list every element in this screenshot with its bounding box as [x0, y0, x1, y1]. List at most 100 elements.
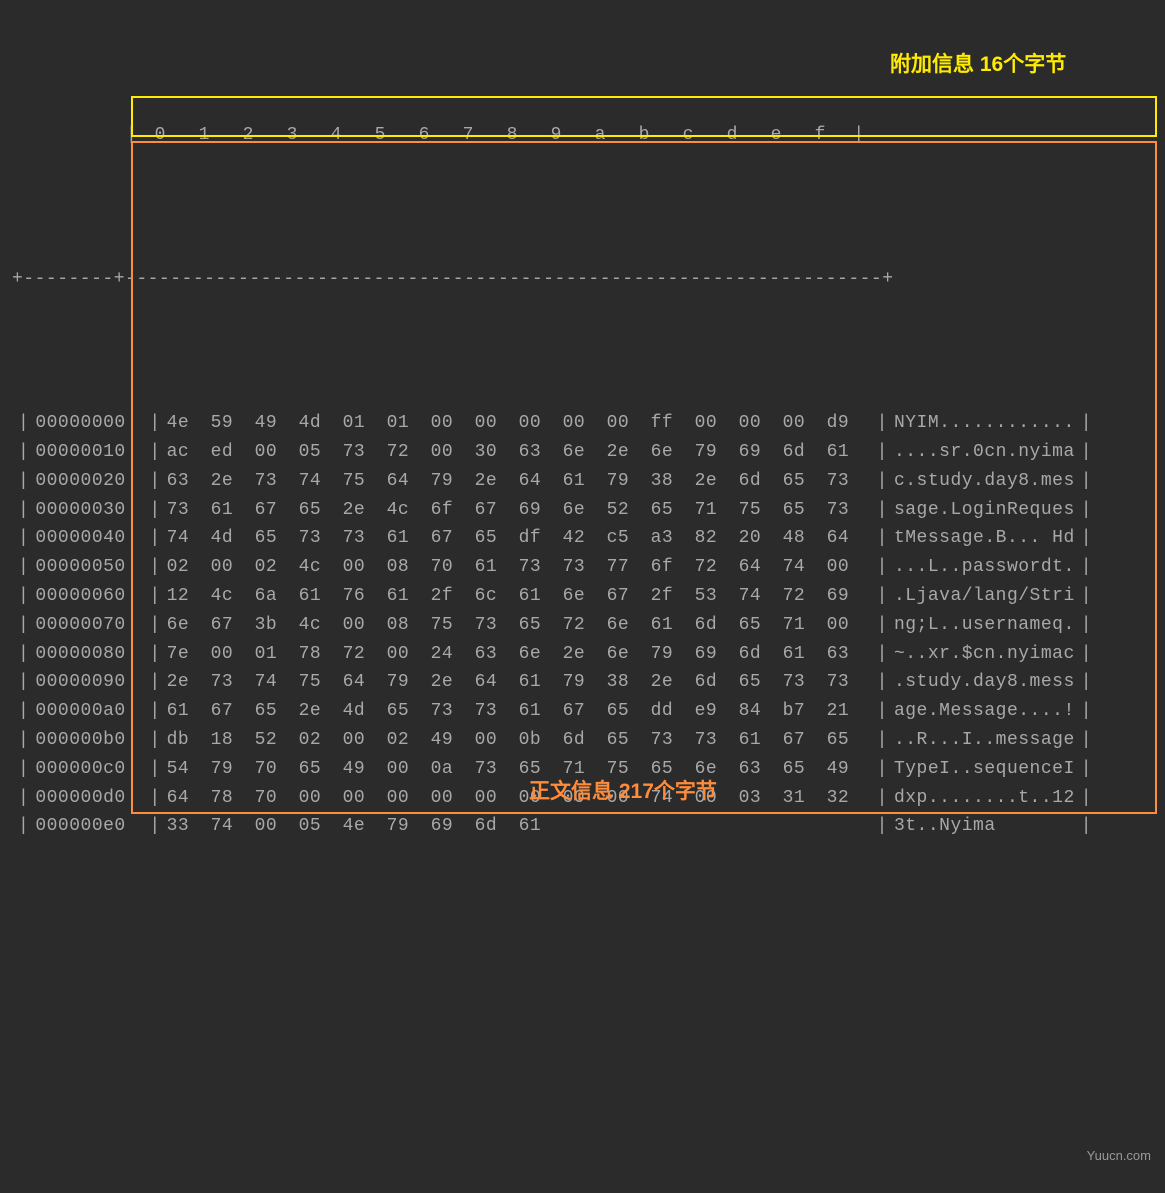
- pipe: |: [143, 409, 166, 438]
- hex-byte: 73: [343, 524, 387, 553]
- hex-byte: 08: [387, 553, 431, 582]
- hex-byte: 6e: [563, 582, 607, 611]
- hex-byte: 64: [167, 784, 211, 813]
- pipe: |: [12, 755, 35, 784]
- hex-byte: 00: [343, 611, 387, 640]
- hexdump-row: |00000000|4e59494d01010000000000ff000000…: [12, 409, 1153, 438]
- hex-byte: 61: [167, 697, 211, 726]
- pipe: |: [871, 553, 894, 582]
- hex-byte: 00: [739, 409, 783, 438]
- hex-byte: 05: [299, 438, 343, 467]
- hexdump-row: |00000040|744d657373616765df42c5a3822048…: [12, 524, 1153, 553]
- hex-byte: 63: [827, 640, 871, 669]
- hex-byte: 73: [255, 467, 299, 496]
- pipe: |: [143, 726, 166, 755]
- pipe: |: [871, 640, 894, 669]
- ascii: dxp........t..12: [894, 784, 1075, 813]
- hex-byte: 75: [431, 611, 475, 640]
- pipe: |: [12, 668, 35, 697]
- hex-byte: 73: [211, 668, 255, 697]
- hex-byte: 02: [387, 726, 431, 755]
- ascii: ..R...I..message: [894, 726, 1075, 755]
- pipe: |: [12, 726, 35, 755]
- hex-byte: 4d: [211, 524, 255, 553]
- hex-byte: 30: [475, 438, 519, 467]
- pipe: |: [1075, 496, 1098, 525]
- hex-byte: 2e: [607, 438, 651, 467]
- pipe: |: [143, 784, 166, 813]
- header-col: d: [715, 121, 759, 150]
- pipe: |: [1075, 755, 1098, 784]
- hex-byte: 69: [431, 812, 475, 841]
- separator-line: +--------+------------------------------…: [12, 265, 1153, 294]
- offset: 000000c0: [35, 755, 143, 784]
- hex-byte: 75: [299, 668, 343, 697]
- hex-byte: 02: [299, 726, 343, 755]
- hex-byte: 70: [255, 784, 299, 813]
- hex-byte: 69: [827, 582, 871, 611]
- hex-byte: 02: [255, 553, 299, 582]
- hex-byte: 64: [387, 467, 431, 496]
- header-col: 0: [143, 121, 187, 150]
- hex-byte: 65: [299, 755, 343, 784]
- hex-byte: 64: [739, 553, 783, 582]
- hexdump-row: |000000b0|db185202000249000b6d6573736167…: [12, 726, 1153, 755]
- hex-byte: 65: [607, 726, 651, 755]
- hex-byte: 4c: [299, 553, 343, 582]
- hex-byte: 67: [211, 697, 255, 726]
- hex-byte: 59: [211, 409, 255, 438]
- hex-byte: 00: [431, 438, 475, 467]
- hex-byte: 4d: [343, 697, 387, 726]
- hex-byte: 21: [827, 697, 871, 726]
- hex-byte: 79: [211, 755, 255, 784]
- header-col: 9: [539, 121, 583, 150]
- pipe: |: [143, 524, 166, 553]
- hex-byte: 2e: [475, 467, 519, 496]
- hex-byte: 72: [343, 640, 387, 669]
- pipe: |: [143, 582, 166, 611]
- pipe: |: [12, 784, 35, 813]
- hex-byte: 74: [783, 553, 827, 582]
- hex-byte: 31: [783, 784, 827, 813]
- hex-byte: 71: [783, 611, 827, 640]
- hex-byte: 64: [343, 668, 387, 697]
- hex-byte: 79: [431, 467, 475, 496]
- pipe: |: [871, 697, 894, 726]
- hex-byte: 6d: [563, 726, 607, 755]
- pipe: |: [143, 755, 166, 784]
- ascii: age.Message....!: [894, 697, 1075, 726]
- pipe: |: [1075, 582, 1098, 611]
- hexdump-row: |000000a0|6167652e4d657373616765dde984b7…: [12, 697, 1153, 726]
- hex-byte: 2e: [167, 668, 211, 697]
- hex-byte: 65: [783, 467, 827, 496]
- hexdump-row: |00000070|6e673b4c0008757365726e616d6571…: [12, 611, 1153, 640]
- hexdump-row: |00000030|736167652e4c6f67696e5265717565…: [12, 496, 1153, 525]
- hex-byte: 74: [299, 467, 343, 496]
- hex-byte: 00: [607, 409, 651, 438]
- hex-byte: 67: [783, 726, 827, 755]
- offset: 000000e0: [35, 812, 143, 841]
- hex-byte: 61: [475, 553, 519, 582]
- offset: 000000d0: [35, 784, 143, 813]
- hex-byte: 77: [607, 553, 651, 582]
- hex-byte: 73: [827, 467, 871, 496]
- hex-byte: 69: [739, 438, 783, 467]
- hex-byte: 73: [475, 755, 519, 784]
- hex-byte: 65: [519, 611, 563, 640]
- hex-byte: a3: [651, 524, 695, 553]
- header-col: b: [627, 121, 671, 150]
- hex-byte: 74: [167, 524, 211, 553]
- pipe: |: [871, 409, 894, 438]
- hex-byte: 6f: [431, 496, 475, 525]
- hex-byte: 61: [387, 524, 431, 553]
- hex-byte: 32: [827, 784, 871, 813]
- pipe: |: [871, 496, 894, 525]
- hex-byte: 42: [563, 524, 607, 553]
- offset: 00000060: [35, 582, 143, 611]
- hex-byte: 0a: [431, 755, 475, 784]
- hex-byte: 65: [651, 496, 695, 525]
- hex-byte: 73: [783, 668, 827, 697]
- hex-byte: 79: [695, 438, 739, 467]
- hex-byte: 00: [211, 640, 255, 669]
- hex-byte: 61: [519, 582, 563, 611]
